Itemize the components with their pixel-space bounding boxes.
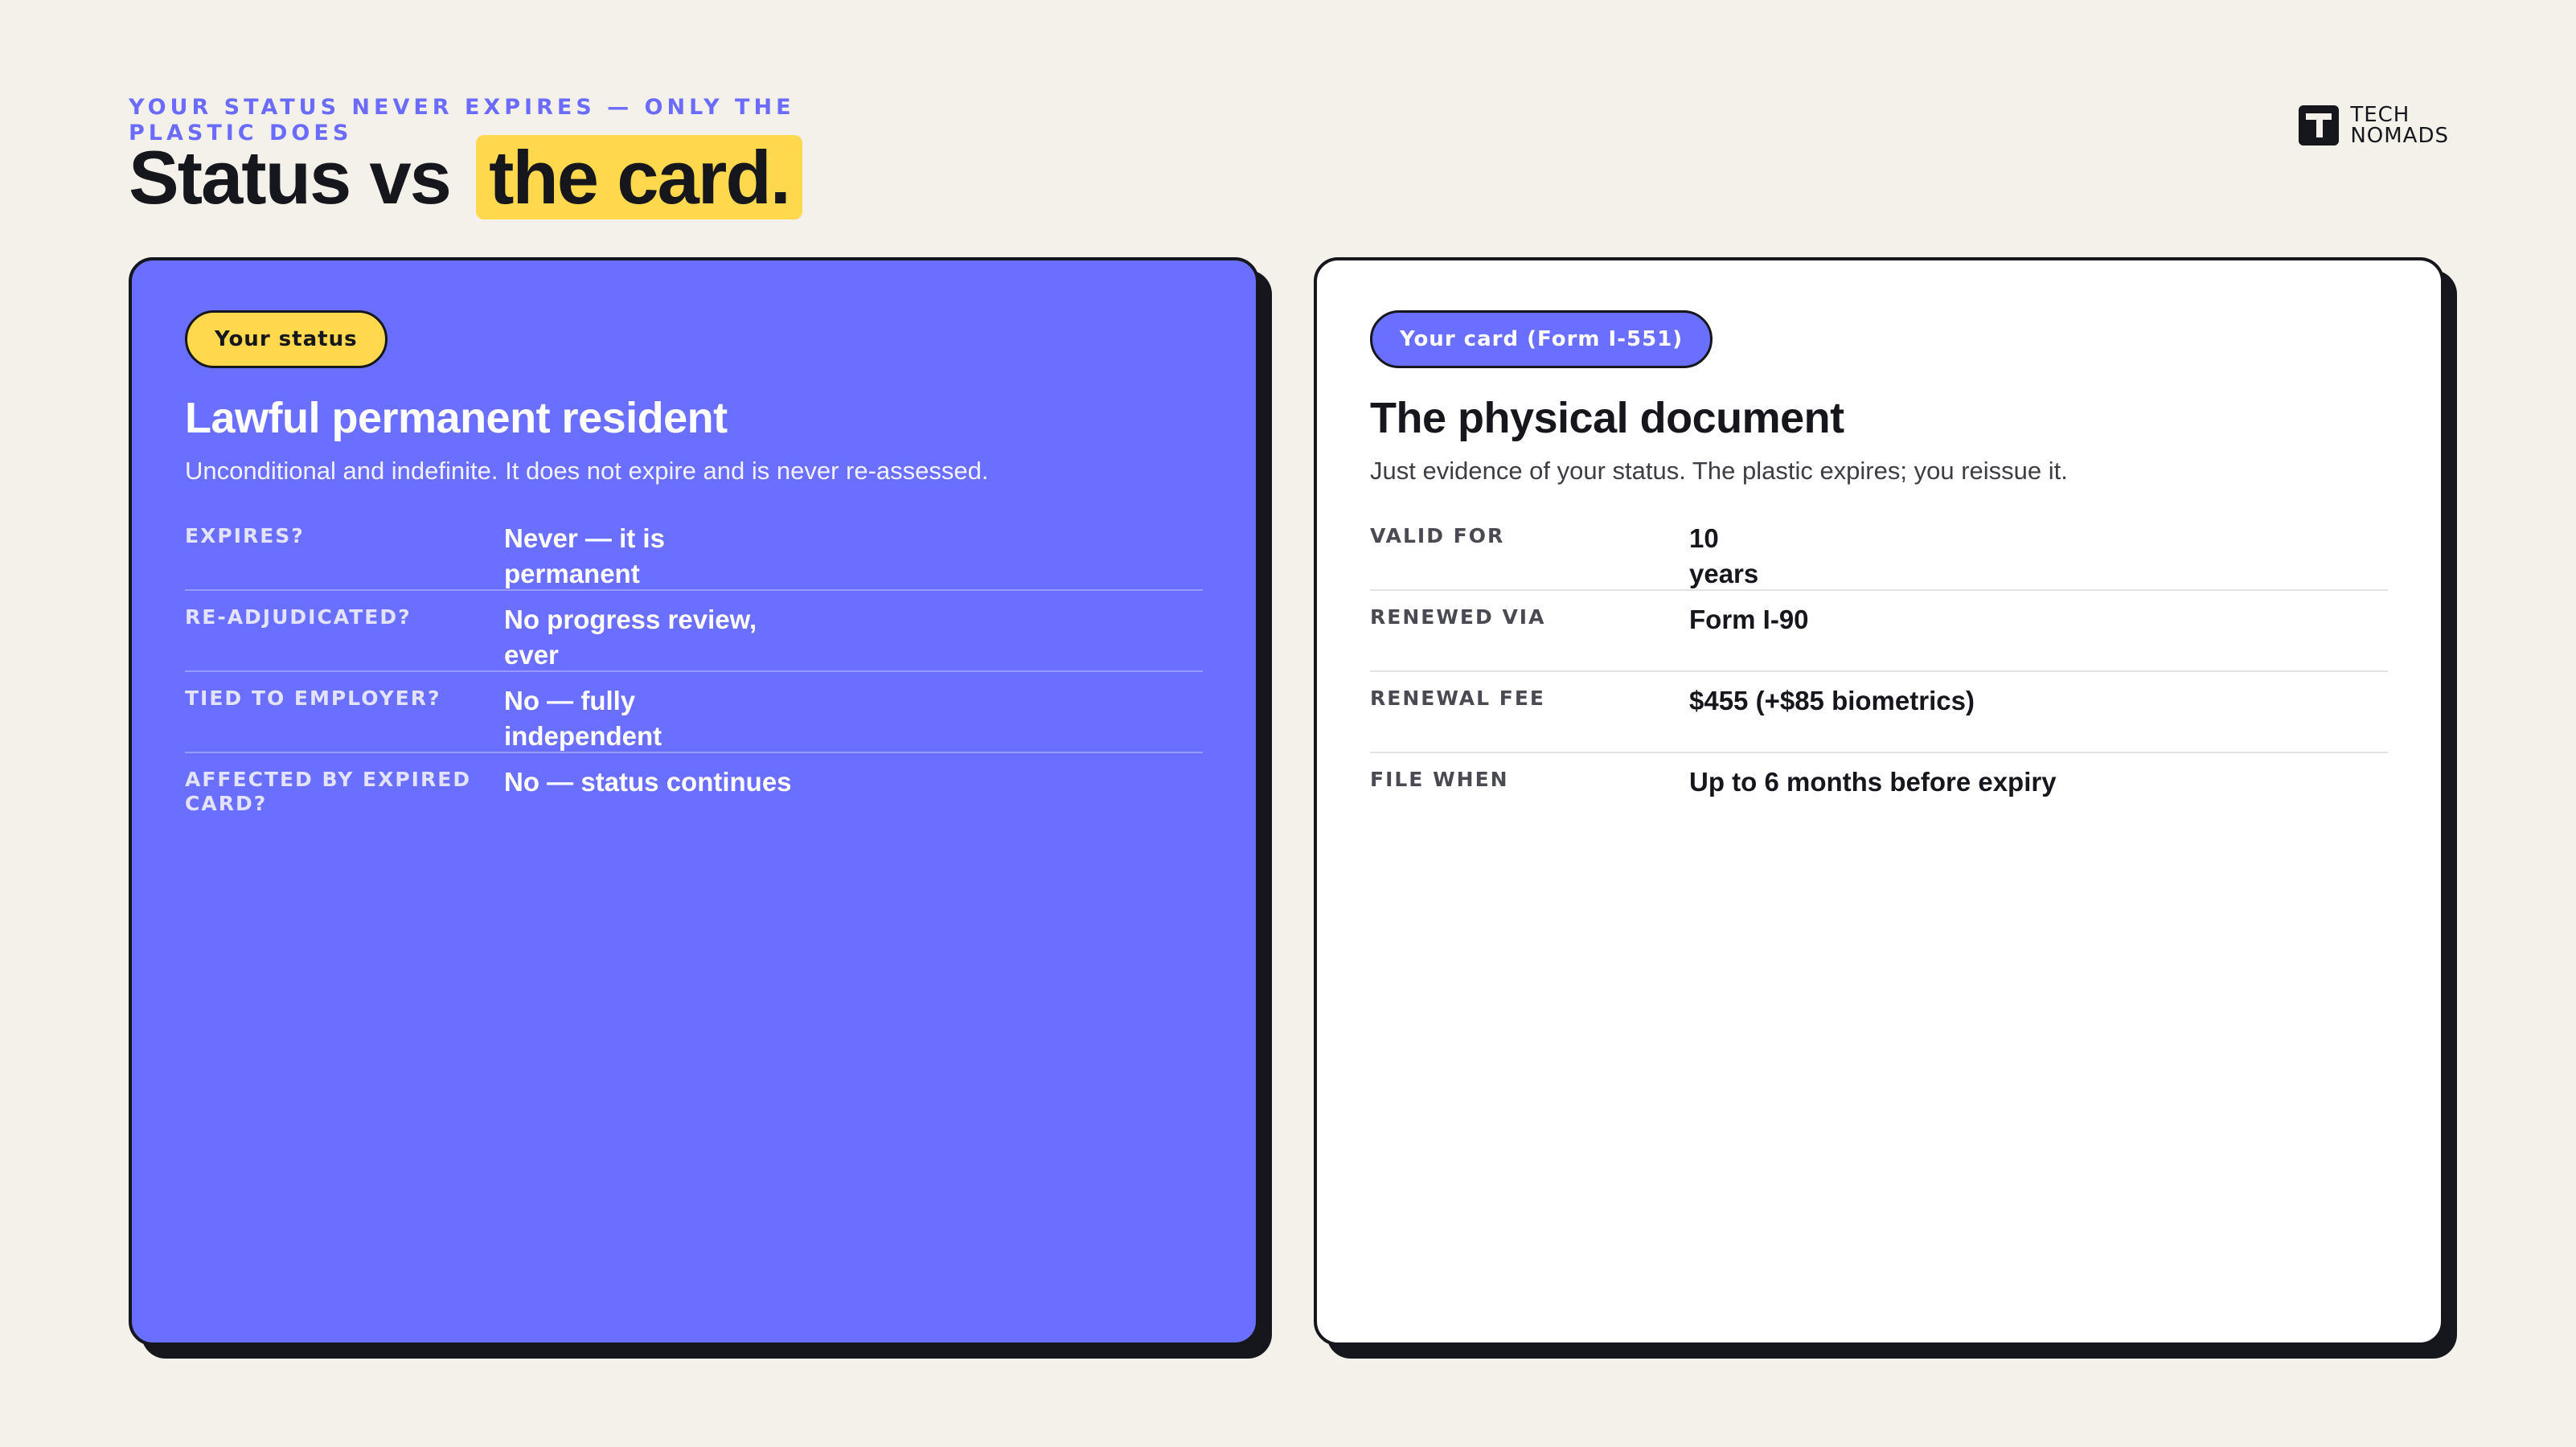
status-description: Unconditional and indefinite. It does no… bbox=[185, 457, 989, 485]
document-fact-row: VALID FOR 10 years bbox=[1370, 510, 2388, 591]
status-card: Your status Lawful permanent resident Un… bbox=[129, 257, 1259, 1346]
document-card: Your card (Form I-551) The physical docu… bbox=[1314, 257, 2444, 1346]
fact-value: Never — it is permanent bbox=[504, 523, 665, 588]
document-heading: The physical document bbox=[1370, 394, 1844, 442]
document-tag: Your card (Form I-551) bbox=[1370, 310, 1713, 368]
status-fact-row: RE-ADJUDICATED? No progress review, ever bbox=[185, 591, 1203, 672]
page-title: Status vs the card. bbox=[129, 135, 802, 219]
title-highlight: the card. bbox=[476, 135, 802, 219]
fact-label: RENEWED VIA bbox=[1370, 605, 1546, 629]
fact-value: 10 years bbox=[1689, 523, 1759, 588]
document-fact-row: FILE WHEN Up to 6 months before expiry bbox=[1370, 753, 2388, 833]
fact-label: VALID FOR bbox=[1370, 524, 1505, 547]
status-fact-row: TIED TO EMPLOYER? No — fully independent bbox=[185, 672, 1203, 753]
status-heading: Lawful permanent resident bbox=[185, 394, 728, 442]
document-fact-row: RENEWED VIA Form I-90 bbox=[1370, 591, 2388, 672]
fact-value: No — status continues bbox=[504, 767, 792, 797]
fact-value: No progress review, ever bbox=[504, 605, 757, 670]
fact-value: Form I-90 bbox=[1689, 605, 1809, 634]
brand-line-1: TECH bbox=[2350, 103, 2410, 127]
status-fact-row: AFFECTED BY EXPIRED CARD? No — status co… bbox=[185, 753, 1203, 833]
brand-logo: TECH NOMADS bbox=[2299, 105, 2449, 146]
fact-value: Up to 6 months before expiry bbox=[1689, 767, 2057, 797]
brand-wordmark: TECH NOMADS bbox=[2350, 105, 2449, 146]
document-facts-table: VALID FOR 10 years RENEWED VIA Form I-90… bbox=[1370, 510, 2388, 833]
fact-label: AFFECTED BY EXPIRED CARD? bbox=[185, 768, 472, 815]
brand-line-2: NOMADS bbox=[2350, 124, 2449, 148]
status-tag: Your status bbox=[185, 310, 388, 368]
title-plain: Status vs bbox=[129, 135, 452, 219]
fact-label: RE-ADJUDICATED? bbox=[185, 605, 412, 629]
document-fact-row: RENEWAL FEE $455 (+$85 biometrics) bbox=[1370, 672, 2388, 753]
fact-label: EXPIRES? bbox=[185, 524, 305, 547]
fact-label: RENEWAL FEE bbox=[1370, 687, 1545, 710]
status-facts-table: EXPIRES? Never — it is permanent RE-ADJU… bbox=[185, 510, 1203, 833]
document-description: Just evidence of your status. The plasti… bbox=[1370, 457, 2068, 485]
status-fact-row: EXPIRES? Never — it is permanent bbox=[185, 510, 1203, 591]
fact-label: TIED TO EMPLOYER? bbox=[185, 687, 441, 710]
fact-label: FILE WHEN bbox=[1370, 768, 1509, 791]
fact-value: No — fully independent bbox=[504, 686, 662, 751]
fact-value: $455 (+$85 biometrics) bbox=[1689, 686, 1975, 715]
tech-nomads-logo-icon bbox=[2299, 105, 2340, 146]
